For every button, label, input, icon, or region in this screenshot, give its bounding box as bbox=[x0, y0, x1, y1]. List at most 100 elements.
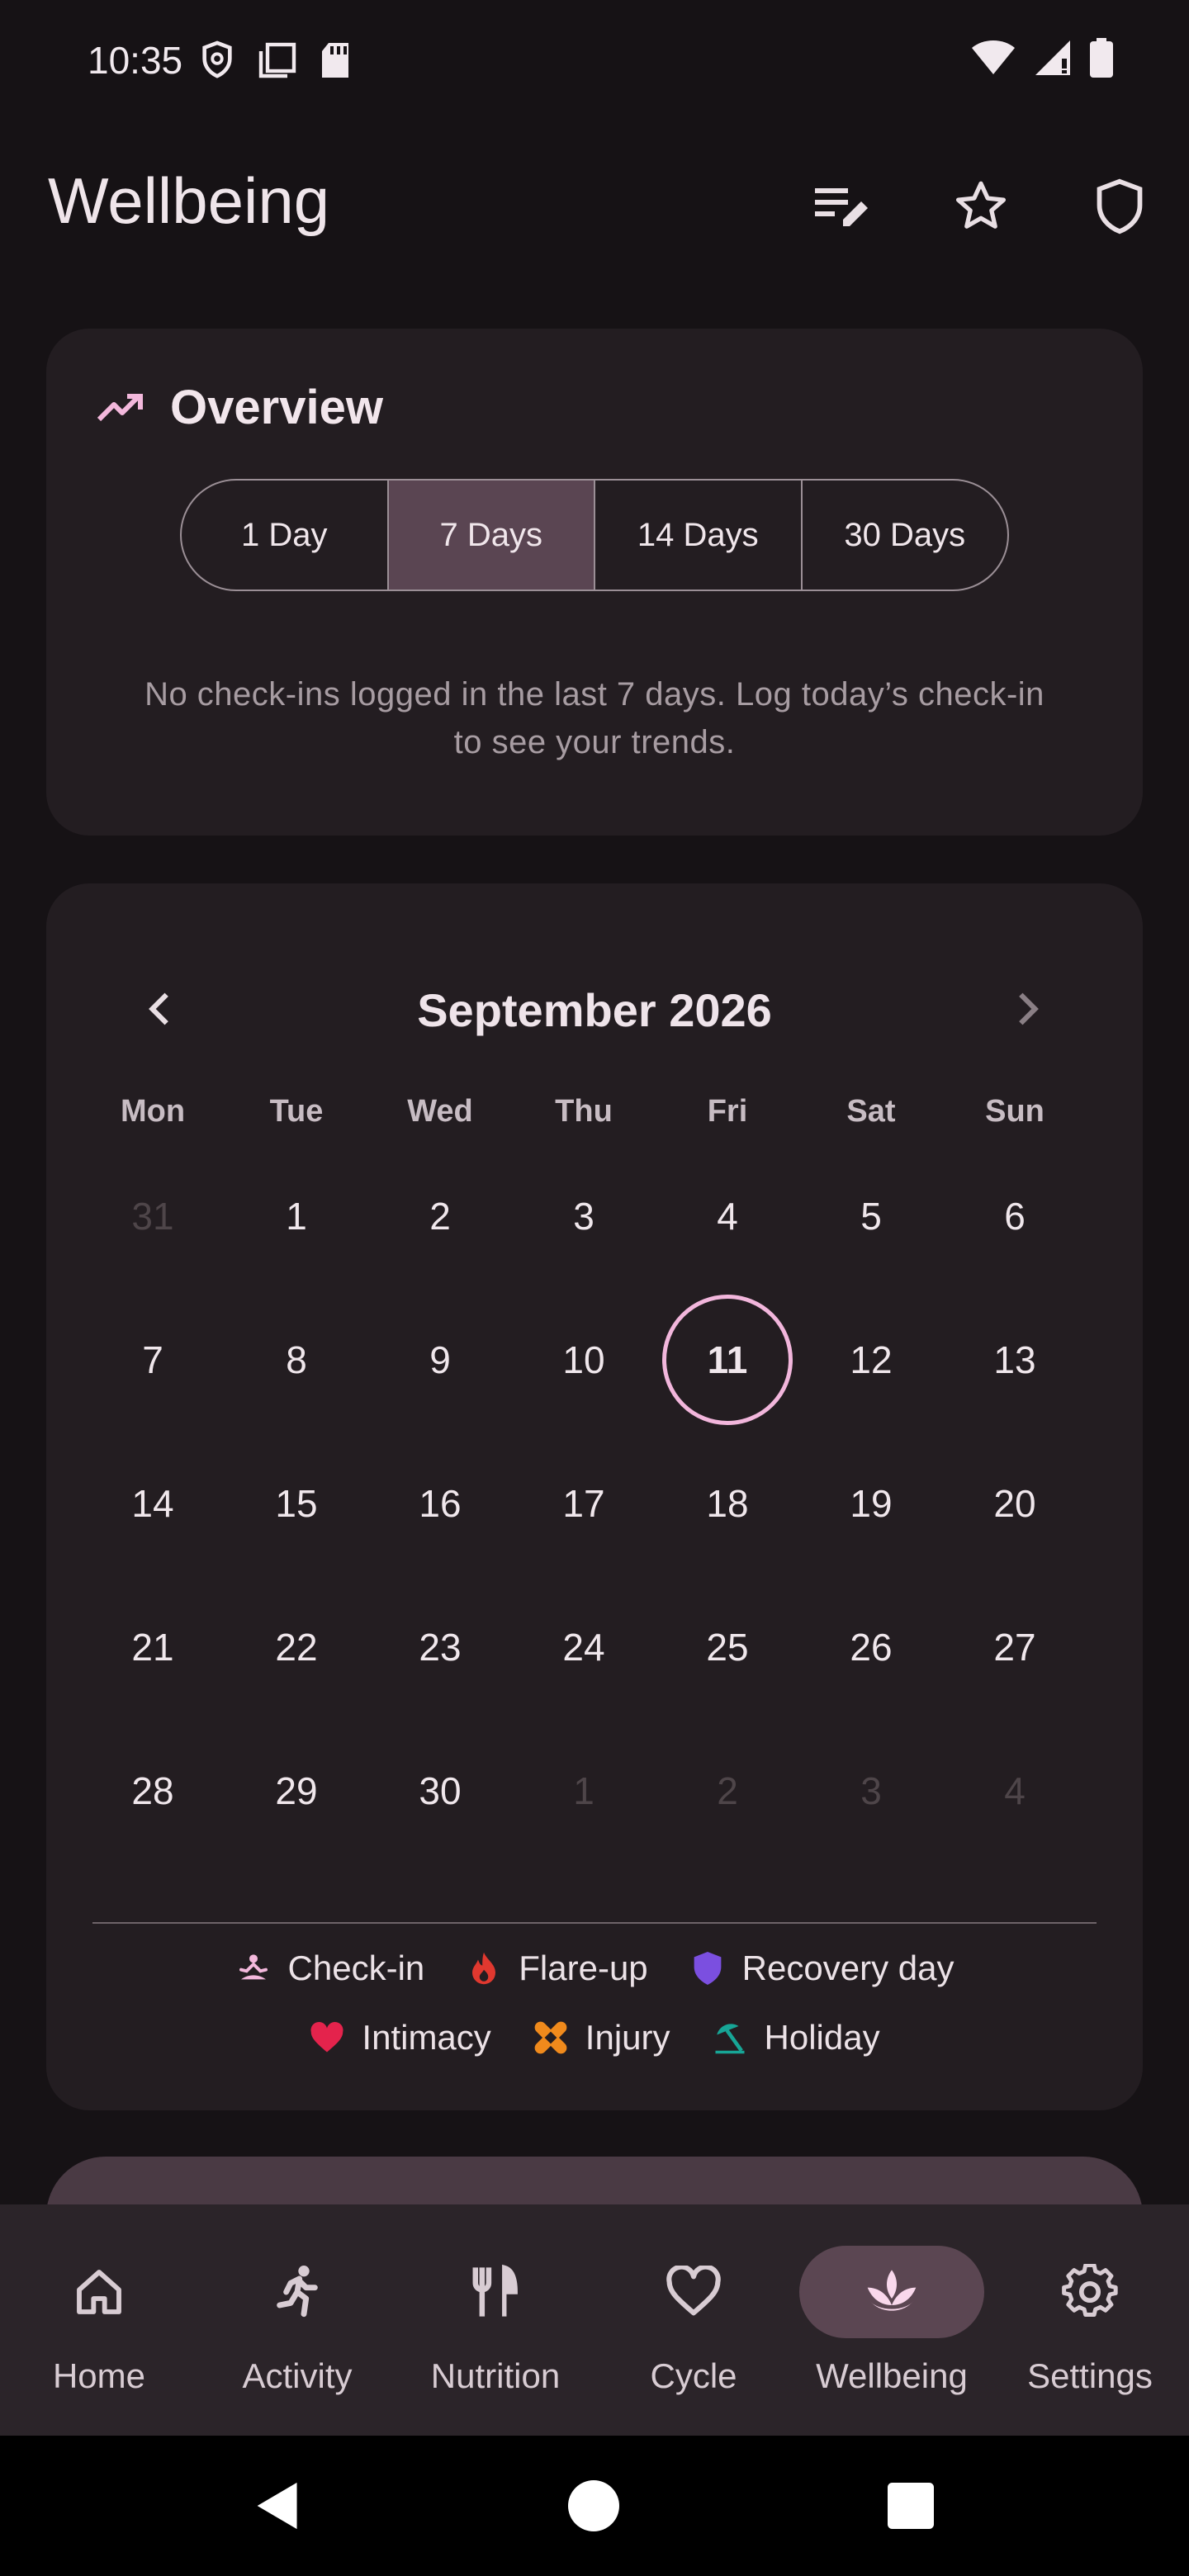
calendar-day[interactable]: 1 bbox=[512, 1719, 656, 1863]
legend-label: Flare-up bbox=[519, 1949, 648, 1987]
calendar-day[interactable]: 31 bbox=[81, 1144, 225, 1288]
weekday-label: Sat bbox=[846, 1093, 896, 1129]
calendar-day[interactable]: 5 bbox=[799, 1144, 943, 1288]
day-number: 21 bbox=[131, 1626, 174, 1669]
legend-label: Recovery day bbox=[741, 1949, 955, 1987]
calendar-day[interactable]: 10 bbox=[512, 1288, 656, 1432]
signal-icon bbox=[1034, 39, 1072, 81]
top-app-bar: Wellbeing bbox=[0, 149, 1189, 256]
calendar-day-today[interactable]: 11 bbox=[656, 1288, 799, 1432]
calendar-day[interactable]: 21 bbox=[81, 1575, 225, 1719]
calendar-day[interactable]: 3 bbox=[799, 1719, 943, 1863]
calendar-day[interactable]: 25 bbox=[656, 1575, 799, 1719]
day-number: 4 bbox=[717, 1195, 738, 1238]
calendar-day[interactable]: 2 bbox=[368, 1144, 512, 1288]
bandage-icon bbox=[533, 2020, 569, 2056]
range-1-day[interactable]: 1 Day bbox=[182, 481, 389, 590]
calendar-day[interactable]: 2 bbox=[656, 1719, 799, 1863]
chevron-right-icon bbox=[1019, 992, 1039, 1025]
weekday-label: Sun bbox=[985, 1093, 1045, 1129]
legend-label: Holiday bbox=[764, 2018, 880, 2057]
gear-icon bbox=[1062, 2264, 1118, 2317]
day-number: 30 bbox=[419, 1769, 462, 1812]
privacy-button[interactable] bbox=[1080, 167, 1159, 246]
day-number: 16 bbox=[419, 1482, 462, 1525]
weekday-label: Fri bbox=[707, 1093, 748, 1129]
day-number: 7 bbox=[142, 1338, 163, 1381]
calendar-day[interactable]: 17 bbox=[512, 1432, 656, 1575]
calendar-legend: Check-in Flare-up Recovery day bbox=[46, 1949, 1143, 1988]
day-number: 3 bbox=[573, 1195, 594, 1238]
calendar-day[interactable]: 8 bbox=[225, 1288, 368, 1432]
day-number: 14 bbox=[131, 1482, 174, 1525]
calendar-day[interactable]: 14 bbox=[81, 1432, 225, 1575]
system-recents-button[interactable] bbox=[874, 2469, 948, 2543]
calendar-day[interactable]: 22 bbox=[225, 1575, 368, 1719]
overview-empty-message: No check-ins logged in the last 7 days. … bbox=[144, 676, 1045, 760]
calendar-day[interactable]: 4 bbox=[656, 1144, 799, 1288]
range-7-days[interactable]: 7 Days bbox=[388, 481, 595, 590]
legend-label: Intimacy bbox=[362, 2018, 491, 2057]
next-month-button[interactable] bbox=[986, 968, 1068, 1050]
calendar-day[interactable]: 29 bbox=[225, 1719, 368, 1863]
calendar-day[interactable]: 15 bbox=[225, 1432, 368, 1575]
range-30-days[interactable]: 30 Days bbox=[803, 481, 1008, 590]
nav-item-wellbeing[interactable]: Wellbeing bbox=[793, 2204, 991, 2436]
weekday-label: Wed bbox=[407, 1093, 473, 1129]
calendar-day[interactable]: 9 bbox=[368, 1288, 512, 1432]
calendar-day[interactable]: 19 bbox=[799, 1432, 943, 1575]
nav-item-nutrition[interactable]: Nutrition bbox=[396, 2204, 594, 2436]
calendar-day[interactable]: 30 bbox=[368, 1719, 512, 1863]
overview-title: Overview bbox=[170, 381, 383, 434]
legend-item-recovery-day: Recovery day bbox=[689, 1949, 955, 1988]
calendar-day[interactable]: 23 bbox=[368, 1575, 512, 1719]
calendar-day[interactable]: 16 bbox=[368, 1432, 512, 1575]
nav-item-cycle[interactable]: Cycle bbox=[594, 2204, 793, 2436]
calendar-day[interactable]: 13 bbox=[943, 1288, 1087, 1432]
nav-item-activity[interactable]: Activity bbox=[198, 2204, 396, 2436]
day-number: 18 bbox=[706, 1482, 749, 1525]
system-back-button[interactable] bbox=[241, 2469, 315, 2543]
day-number: 20 bbox=[993, 1482, 1036, 1525]
system-home-button[interactable] bbox=[557, 2469, 631, 2543]
day-number: 15 bbox=[275, 1482, 318, 1525]
recents-icon bbox=[888, 2483, 934, 2529]
home-icon bbox=[77, 2270, 121, 2314]
nav-item-settings[interactable]: Settings bbox=[991, 2204, 1189, 2436]
calendar-day[interactable]: 28 bbox=[81, 1719, 225, 1863]
calendar-day[interactable]: 27 bbox=[943, 1575, 1087, 1719]
day-number: 1 bbox=[286, 1195, 307, 1238]
nav-pill bbox=[997, 2246, 1182, 2338]
day-number: 29 bbox=[275, 1769, 318, 1812]
calendar-day[interactable]: 4 bbox=[943, 1719, 1087, 1863]
calendar-week: 31 1 2 3 4 5 6 bbox=[81, 1144, 1087, 1288]
day-number: 17 bbox=[562, 1482, 605, 1525]
shield-icon bbox=[1097, 178, 1143, 234]
legend-item-injury: Injury bbox=[533, 2018, 670, 2057]
range-14-days[interactable]: 14 Days bbox=[595, 481, 803, 590]
calendar-day[interactable]: 1 bbox=[225, 1144, 368, 1288]
bottom-navigation: Home Activity Nutrition Cycle Wellbeing … bbox=[0, 2204, 1189, 2436]
weekday-label: Tue bbox=[269, 1093, 324, 1129]
calendar-divider bbox=[92, 1922, 1097, 1924]
trending-up-icon bbox=[97, 393, 143, 421]
edit-list-button[interactable] bbox=[803, 167, 882, 246]
calendar-day[interactable]: 26 bbox=[799, 1575, 943, 1719]
calendar-day[interactable]: 18 bbox=[656, 1432, 799, 1575]
heart-icon bbox=[309, 2020, 345, 2056]
edit-list-icon bbox=[815, 188, 868, 226]
calendar-day[interactable]: 24 bbox=[512, 1575, 656, 1719]
calendar-day[interactable]: 6 bbox=[943, 1144, 1087, 1288]
calendar-day[interactable]: 12 bbox=[799, 1288, 943, 1432]
calendar-day[interactable]: 7 bbox=[81, 1288, 225, 1432]
screen-icon bbox=[258, 41, 297, 83]
day-number: 24 bbox=[562, 1626, 605, 1669]
nav-pill-active bbox=[799, 2246, 984, 2338]
favorites-button[interactable] bbox=[941, 167, 1021, 246]
status-bar: 10:35 bbox=[0, 0, 1189, 116]
calendar-day[interactable]: 3 bbox=[512, 1144, 656, 1288]
nav-item-home[interactable]: Home bbox=[0, 2204, 198, 2436]
nav-label: Home bbox=[52, 2356, 146, 2395]
calendar-day[interactable]: 20 bbox=[943, 1432, 1087, 1575]
home-circle-icon bbox=[568, 2480, 619, 2531]
